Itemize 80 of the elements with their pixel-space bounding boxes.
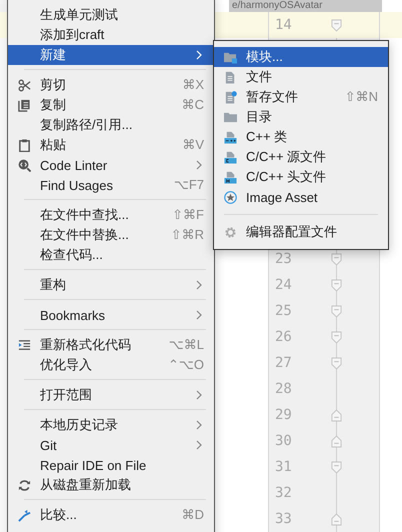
menu-item[interactable]: Image Asset — [214, 187, 388, 207]
folder-icon — [224, 110, 237, 124]
breadcrumb-text: e/harmonyOSAvatar — [229, 0, 382, 12]
star-icon — [224, 190, 237, 204]
line-number: 29 — [275, 407, 293, 423]
shortcut-text: ⌘C — [182, 97, 204, 113]
fold-marker-icon[interactable] — [331, 330, 342, 344]
source-file-icon — [224, 170, 237, 184]
menu-item[interactable]: C++ 类 — [214, 127, 388, 147]
menu-item[interactable]: 添加到craft — [8, 25, 214, 45]
fold-marker-icon[interactable] — [331, 278, 342, 292]
menu-item[interactable]: 本地历史记录 — [8, 415, 214, 435]
scissors-icon — [18, 78, 31, 92]
menu-item[interactable]: 新建 — [8, 45, 214, 65]
fold-marker-icon[interactable] — [331, 434, 342, 448]
shortcut-text: ⌥⌘L — [168, 337, 204, 353]
menu-item[interactable]: 目录 — [214, 107, 388, 127]
fold-marker-icon[interactable] — [331, 356, 342, 370]
menu-item[interactable]: 优化导入 ⌃⌥O — [8, 355, 214, 375]
shortcut-text: ⌥F7 — [174, 177, 204, 193]
menu-item[interactable]: 在文件中替换... ⇧⌘R — [8, 225, 214, 245]
line-number: 23 — [275, 251, 293, 267]
line-number: 24 — [275, 277, 293, 293]
shortcut-text: ⇧⌘R — [170, 227, 204, 243]
menu-item[interactable]: 复制路径/引用... — [8, 115, 214, 135]
menu-item[interactable]: 重新格式化代码 ⌥⌘L — [8, 335, 214, 355]
line-number: 26 — [275, 329, 293, 345]
line-number: 32 — [275, 485, 293, 501]
line-number: 28 — [275, 381, 293, 397]
gear-icon — [224, 226, 237, 238]
menu-item[interactable]: C/C++ 头文件 — [214, 167, 388, 187]
line-number: 27 — [275, 355, 293, 371]
fold-marker-icon[interactable] — [331, 408, 342, 422]
source-file-icon — [224, 150, 237, 164]
menu-item[interactable]: 编辑器配置文件 — [214, 222, 388, 242]
menu-item[interactable]: 从磁盘重新加载 — [8, 475, 214, 495]
shortcut-text: ⇧⌘N — [344, 89, 378, 105]
menu-item[interactable]: 打开范围 — [8, 385, 214, 405]
scratch-file-icon — [224, 90, 237, 104]
menu-item[interactable]: 比较... ⌘D — [8, 505, 214, 525]
menu-item[interactable]: Repair IDE on File — [8, 455, 214, 475]
linter-icon — [18, 158, 31, 172]
compare-icon — [18, 508, 31, 522]
fold-marker-icon[interactable] — [331, 460, 342, 474]
copy-icon — [18, 98, 31, 112]
menu-item[interactable]: Code Linter — [8, 155, 214, 175]
fold-marker-icon[interactable] — [331, 18, 342, 32]
clipboard-icon — [18, 138, 31, 152]
fold-marker-icon[interactable] — [331, 252, 342, 266]
fold-marker-icon[interactable] — [331, 304, 342, 318]
source-file-icon — [224, 130, 237, 144]
module-folder-icon — [224, 50, 237, 64]
shortcut-text: ⌘D — [182, 507, 204, 523]
menu-item[interactable]: 模块... — [214, 47, 388, 67]
menu-item[interactable]: 暂存文件 ⇧⌘N — [214, 87, 388, 107]
menu-item[interactable]: 文件 — [214, 67, 388, 87]
line-number: 14 — [275, 17, 293, 33]
menu-item[interactable]: 重构 — [8, 275, 214, 295]
menu-item[interactable]: 复制 ⌘C — [8, 95, 214, 115]
menu-item[interactable]: 粘贴 ⌘V — [8, 135, 214, 155]
line-number: 31 — [275, 459, 293, 475]
fold-marker-icon[interactable] — [331, 512, 342, 526]
shortcut-text: ⌘V — [182, 137, 204, 153]
line-number: 30 — [275, 433, 293, 449]
line-number: 33 — [275, 511, 293, 527]
menu-item[interactable]: Git — [8, 435, 214, 455]
shortcut-text: ⇧⌘F — [172, 207, 204, 223]
menu-item[interactable]: 生成单元测试 — [8, 5, 214, 25]
reload-icon — [18, 478, 31, 492]
menu-item[interactable]: 在文件中查找... ⇧⌘F — [8, 205, 214, 225]
menu-item[interactable]: C/C++ 源文件 — [214, 147, 388, 167]
line-number: 25 — [275, 303, 293, 319]
menu-item[interactable]: 剪切 ⌘X — [8, 75, 214, 95]
file-icon — [224, 70, 237, 84]
shortcut-text: ⌃⌥O — [168, 357, 204, 373]
menu-item[interactable]: Find Usages ⌥F7 — [8, 175, 214, 195]
menu-item[interactable]: 检查代码... — [8, 245, 214, 265]
menu-item[interactable]: Bookmarks — [8, 305, 214, 325]
reformat-icon — [18, 338, 31, 352]
shortcut-text: ⌘X — [182, 77, 204, 93]
